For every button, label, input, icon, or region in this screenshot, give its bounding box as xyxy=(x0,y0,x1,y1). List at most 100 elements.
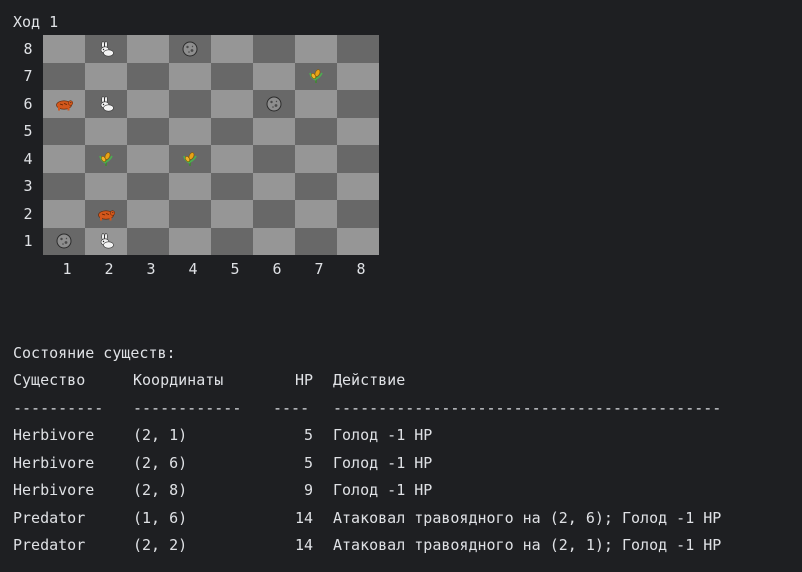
board-cell xyxy=(169,200,211,228)
creature-hp: 9 xyxy=(303,481,313,499)
board-cell xyxy=(43,200,85,228)
board-cell xyxy=(295,227,337,255)
creature-name: Herbivore xyxy=(13,481,95,499)
board-cell xyxy=(337,90,379,118)
board-cell xyxy=(211,90,253,118)
bear-icon xyxy=(55,96,73,112)
rank-label: 5 xyxy=(23,122,33,141)
board-cell xyxy=(253,172,295,200)
board-cell xyxy=(43,35,85,63)
board-cell xyxy=(337,35,379,63)
board-cell xyxy=(253,227,295,255)
board-cell xyxy=(295,172,337,200)
game-board xyxy=(43,35,379,255)
grass-icon xyxy=(181,151,199,167)
board-cell xyxy=(169,227,211,255)
board-cell xyxy=(295,145,337,173)
board-cell xyxy=(337,62,379,90)
board-cell xyxy=(127,200,169,228)
creature-name: Predator xyxy=(13,508,86,527)
board-cell xyxy=(127,172,169,200)
grass-icon xyxy=(307,68,325,84)
board-cell xyxy=(337,172,379,200)
board-cell xyxy=(169,172,211,200)
board-cell xyxy=(85,90,127,118)
board-cell xyxy=(43,172,85,200)
board-cell xyxy=(85,117,127,145)
file-label: 2 xyxy=(104,260,114,278)
creature-hp: 5 xyxy=(303,453,313,472)
rabbit-icon xyxy=(97,41,115,57)
rock-icon xyxy=(181,41,199,57)
board-cell xyxy=(337,145,379,173)
header-action: Действие xyxy=(333,371,406,389)
board-cell xyxy=(295,117,337,145)
board-cell xyxy=(211,172,253,200)
board-cell xyxy=(295,35,337,63)
header-hp: HP xyxy=(294,371,313,389)
board-cell xyxy=(169,117,211,145)
table-separator: ---------- ------------ ---- -----------… xyxy=(13,398,721,418)
board-cell xyxy=(85,200,127,228)
file-label: 7 xyxy=(314,260,324,278)
board-cell xyxy=(127,35,169,63)
board-cell xyxy=(127,62,169,90)
board-cell xyxy=(337,117,379,145)
rabbit-icon xyxy=(97,96,115,112)
board-cell xyxy=(211,117,253,145)
creature-action: Атаковал травоядного на (2, 6); Голод -1… xyxy=(333,508,722,527)
rock-icon xyxy=(55,233,73,249)
board-cell xyxy=(211,227,253,255)
bear-icon xyxy=(97,206,115,222)
file-label: 1 xyxy=(62,260,72,278)
turn-label: Ход 1 xyxy=(13,13,59,31)
creature-action: Голод -1 HP xyxy=(333,453,433,472)
creature-action: Голод -1 HP xyxy=(333,481,433,499)
board-cell xyxy=(295,200,337,228)
creature-hp: 14 xyxy=(294,508,313,527)
board-cell xyxy=(253,200,295,228)
board-cell xyxy=(211,145,253,173)
board-cell xyxy=(253,90,295,118)
creature-hp: 5 xyxy=(303,426,313,444)
board-cell xyxy=(169,62,211,90)
creature-name: Predator xyxy=(13,536,86,554)
board-cell xyxy=(85,227,127,255)
board-cell xyxy=(43,145,85,173)
board-cell xyxy=(85,145,127,173)
board-cell xyxy=(337,227,379,255)
board-cell xyxy=(211,35,253,63)
rank-label: 6 xyxy=(23,94,33,113)
board-cell xyxy=(85,172,127,200)
board-cell xyxy=(43,62,85,90)
creature-action: Атаковал травоядного на (2, 1); Голод -1… xyxy=(333,536,722,554)
board-cell xyxy=(253,145,295,173)
separator-name: ---------- xyxy=(13,399,104,417)
rank-label: 8 xyxy=(23,39,33,58)
grass-icon xyxy=(97,151,115,167)
creature-name: Herbivore xyxy=(13,426,95,444)
board-cell xyxy=(127,117,169,145)
rank-label: 2 xyxy=(23,204,33,223)
rank-label: 1 xyxy=(23,232,33,251)
separator-coords: ------------ xyxy=(133,399,242,417)
board-cell xyxy=(211,62,253,90)
table-header: Существо Координаты HP Действие xyxy=(13,370,405,390)
file-label: 4 xyxy=(188,260,198,278)
board-cell xyxy=(169,90,211,118)
file-label: 8 xyxy=(356,260,366,278)
board-cell xyxy=(127,90,169,118)
board-cell xyxy=(295,90,337,118)
creature-coords: (2, 2) xyxy=(133,536,188,554)
creature-action: Голод -1 HP xyxy=(333,426,433,444)
board-cell xyxy=(253,117,295,145)
board-cell xyxy=(169,145,211,173)
board-cell xyxy=(85,35,127,63)
creature-name: Herbivore xyxy=(13,453,95,472)
board-cell xyxy=(85,62,127,90)
file-label: 6 xyxy=(272,260,282,278)
status-title: Состояние существ: xyxy=(13,344,176,362)
creature-coords: (1, 6) xyxy=(133,508,188,527)
rock-icon xyxy=(265,96,283,112)
board-cell xyxy=(169,35,211,63)
